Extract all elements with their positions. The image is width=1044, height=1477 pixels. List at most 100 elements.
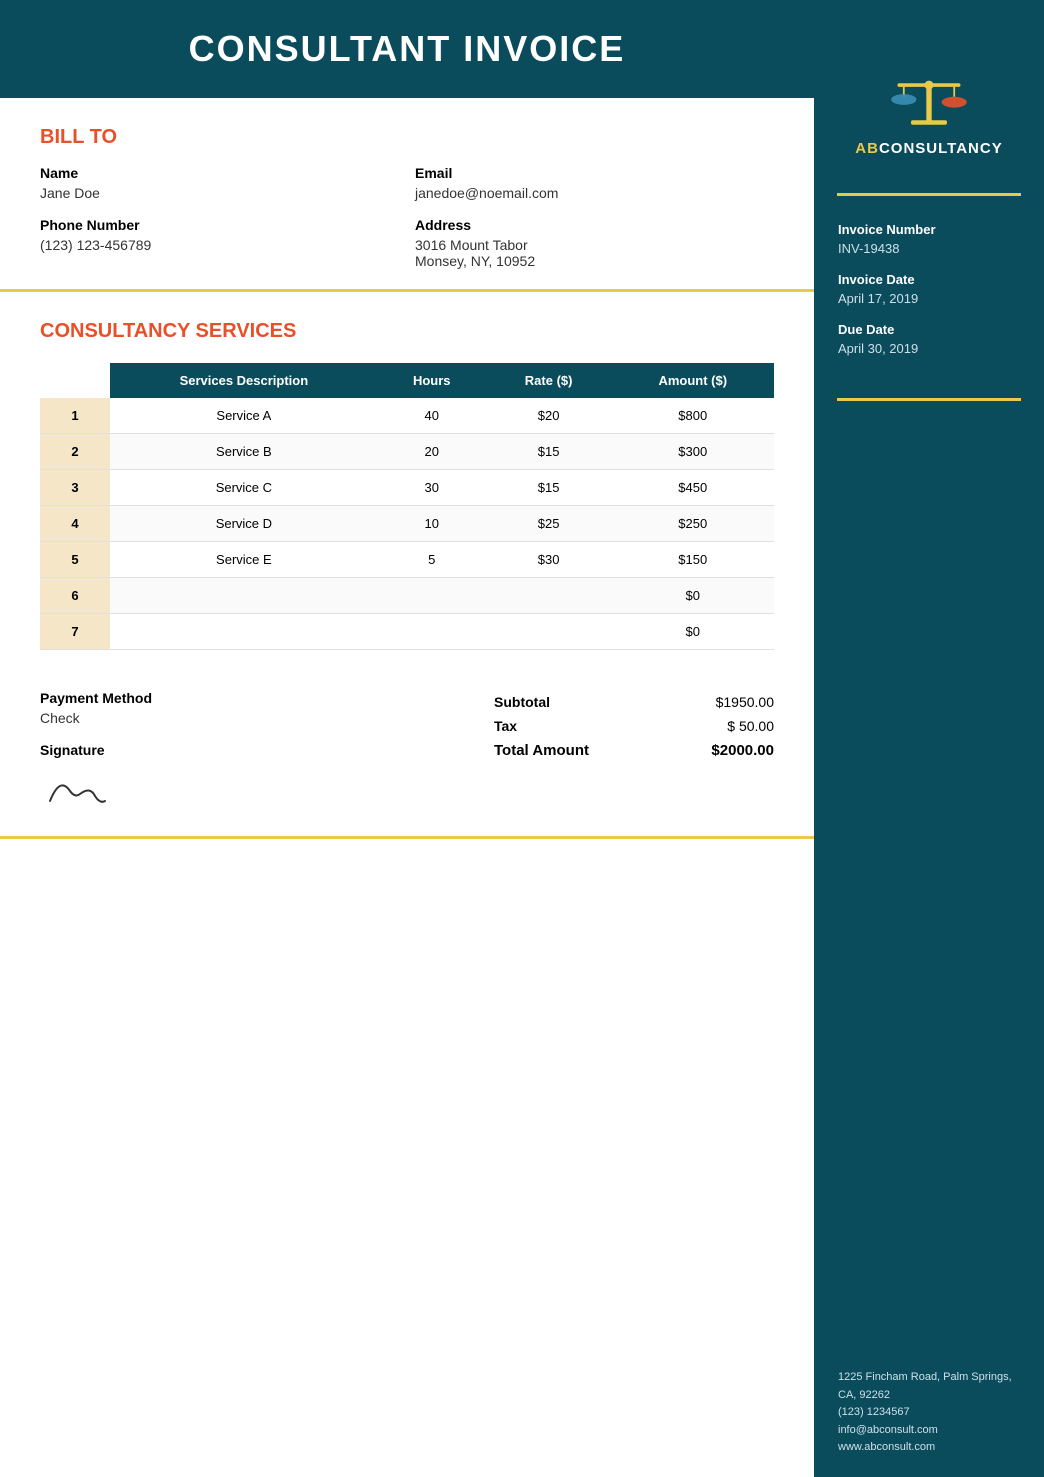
row-amount: $250 [612, 506, 774, 542]
sidebar-logo-area: ABCONSULTANCY [814, 0, 1044, 177]
row-rate: $30 [486, 542, 612, 578]
email-label: Email [415, 165, 774, 181]
row-num: 1 [40, 398, 110, 434]
total-amount-row: Total Amount $2000.00 [494, 742, 774, 759]
payment-method-value: Check [40, 710, 334, 726]
bill-to-title: BILL TO [40, 126, 774, 149]
row-amount: $0 [612, 614, 774, 650]
phone-label: Phone Number [40, 217, 399, 233]
row-rate: $15 [486, 470, 612, 506]
tax-label: Tax [494, 718, 517, 734]
row-amount: $300 [612, 434, 774, 470]
address-field: Address 3016 Mount Tabor Monsey, NY, 109… [415, 217, 774, 269]
signature-value [40, 766, 334, 816]
row-num: 5 [40, 542, 110, 578]
table-row: 6 $0 [40, 578, 774, 614]
table-row: 7 $0 [40, 614, 774, 650]
invoice-date-value: April 17, 2019 [838, 291, 1020, 306]
row-hours: 5 [378, 542, 486, 578]
row-num: 2 [40, 434, 110, 470]
table-row: 1 Service A 40 $20 $800 [40, 398, 774, 434]
row-rate: $25 [486, 506, 612, 542]
row-hours: 10 [378, 506, 486, 542]
row-description: Service C [110, 470, 378, 506]
sidebar-invoice-info: Invoice Number INV-19438 Invoice Date Ap… [814, 212, 1044, 382]
logo-ab: AB [855, 140, 879, 157]
sidebar-divider-bottom [837, 398, 1021, 401]
sidebar: ABCONSULTANCY Invoice Number INV-19438 I… [814, 0, 1044, 1477]
payment-totals: Subtotal $1950.00 Tax $ 50.00 Total Amou… [334, 690, 774, 767]
logo-consultancy: CONSULTANCY [879, 140, 1003, 157]
name-field: Name Jane Doe [40, 165, 399, 201]
table-row: 3 Service C 30 $15 $450 [40, 470, 774, 506]
col-rate: Rate ($) [486, 363, 612, 398]
row-description: Service E [110, 542, 378, 578]
address-value2: Monsey, NY, 10952 [415, 253, 774, 269]
col-amount: Amount ($) [612, 363, 774, 398]
table-row: 4 Service D 10 $25 $250 [40, 506, 774, 542]
scale-icon [884, 50, 974, 140]
payment-left: Payment Method Check Signature [40, 690, 334, 816]
col-hours: Hours [378, 363, 486, 398]
row-hours [378, 578, 486, 614]
main-content: CONSULTANT INVOICE BILL TO Name Jane Doe… [0, 0, 814, 1477]
row-amount: $150 [612, 542, 774, 578]
invoice-number-value: INV-19438 [838, 241, 1020, 256]
row-num: 4 [40, 506, 110, 542]
row-amount: $800 [612, 398, 774, 434]
total-amount-value: $2000.00 [711, 742, 774, 759]
due-date-value: April 30, 2019 [838, 341, 1020, 356]
signature-svg [40, 766, 120, 816]
invoice-number-label: Invoice Number [838, 222, 1020, 237]
address-label: Address [415, 217, 774, 233]
total-amount-label: Total Amount [494, 742, 589, 759]
name-value: Jane Doe [40, 185, 399, 201]
signature-label: Signature [40, 742, 334, 758]
col-num [40, 363, 110, 398]
invoice-header: CONSULTANT INVOICE [0, 0, 814, 98]
sidebar-divider-top [837, 193, 1021, 196]
row-rate: $20 [486, 398, 612, 434]
row-description [110, 614, 378, 650]
row-description: Service A [110, 398, 378, 434]
row-num: 3 [40, 470, 110, 506]
footer-email: info@abconsult.com [838, 1422, 1020, 1440]
subtotal-row: Subtotal $1950.00 [494, 694, 774, 710]
address-value: 3016 Mount Tabor [415, 237, 774, 253]
footer-address: 1225 Fincham Road, Palm Springs, CA, 922… [838, 1369, 1020, 1404]
services-table: Services Description Hours Rate ($) Amou… [40, 363, 774, 650]
row-hours: 20 [378, 434, 486, 470]
logo-text: ABCONSULTANCY [855, 140, 1002, 157]
row-hours: 30 [378, 470, 486, 506]
name-label: Name [40, 165, 399, 181]
row-num: 6 [40, 578, 110, 614]
email-value: janedoe@noemail.com [415, 185, 774, 201]
row-rate: $15 [486, 434, 612, 470]
invoice-date-label: Invoice Date [838, 272, 1020, 287]
row-num: 7 [40, 614, 110, 650]
invoice-title: CONSULTANT INVOICE [20, 28, 794, 70]
due-date-label: Due Date [838, 322, 1020, 337]
payment-method-label: Payment Method [40, 690, 334, 706]
row-description [110, 578, 378, 614]
bill-to-section: BILL TO Name Jane Doe Email janedoe@noem… [0, 98, 814, 292]
row-rate [486, 614, 612, 650]
email-field: Email janedoe@noemail.com [415, 165, 774, 201]
sidebar-footer: 1225 Fincham Road, Palm Springs, CA, 922… [814, 1349, 1044, 1477]
services-section: CONSULTANCY SERVICES Services Descriptio… [0, 292, 814, 670]
row-rate [486, 578, 612, 614]
subtotal-value: $1950.00 [716, 694, 774, 710]
phone-field: Phone Number (123) 123-456789 [40, 217, 399, 269]
bottom-space [0, 849, 814, 1477]
row-description: Service D [110, 506, 378, 542]
phone-value: (123) 123-456789 [40, 237, 399, 253]
bill-to-grid: Name Jane Doe Email janedoe@noemail.com … [40, 165, 774, 269]
table-row: 2 Service B 20 $15 $300 [40, 434, 774, 470]
row-amount: $0 [612, 578, 774, 614]
payment-section: Payment Method Check Signature Subtotal … [0, 670, 814, 839]
row-amount: $450 [612, 470, 774, 506]
tax-row: Tax $ 50.00 [494, 718, 774, 734]
row-hours [378, 614, 486, 650]
tax-value: $ 50.00 [727, 718, 774, 734]
table-row: 5 Service E 5 $30 $150 [40, 542, 774, 578]
